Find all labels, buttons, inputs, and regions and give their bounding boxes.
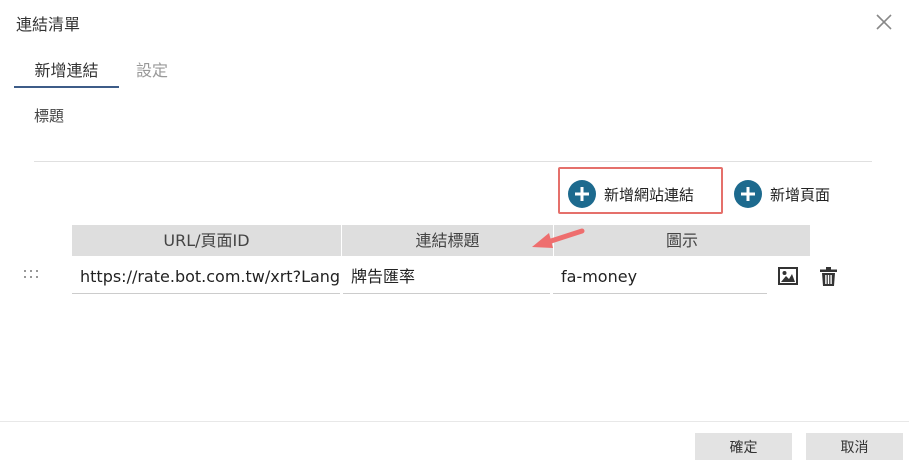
trash-icon[interactable]	[820, 267, 837, 286]
drag-handle-icon[interactable]	[24, 270, 42, 284]
divider	[34, 161, 872, 162]
cancel-button[interactable]: 取消	[806, 433, 903, 460]
add-site-link-button[interactable]: 新增網站連結	[568, 180, 694, 208]
confirm-button[interactable]: 確定	[695, 433, 792, 460]
arrow-annotation	[532, 228, 585, 248]
url-input[interactable]: https://rate.bot.com.tw/xrt?Lang=	[72, 262, 340, 294]
tab-settings[interactable]: 設定	[136, 56, 168, 88]
plus-circle-icon	[734, 180, 762, 208]
add-page-button[interactable]: 新增頁面	[734, 180, 830, 208]
add-site-link-label: 新增網站連結	[604, 185, 695, 204]
title-field-label: 標題	[34, 107, 65, 125]
tab-bar: 新增連結 設定	[14, 56, 314, 90]
footer-divider	[0, 421, 909, 422]
dialog-title: 連結清單	[16, 15, 81, 34]
plus-circle-icon	[568, 180, 596, 208]
icon-input[interactable]: fa-money	[553, 262, 767, 294]
image-icon[interactable]	[778, 267, 798, 285]
tab-add-link[interactable]: 新增連結	[14, 56, 119, 88]
add-page-label: 新增頁面	[770, 185, 831, 204]
close-icon[interactable]	[873, 11, 895, 33]
column-header-link-title: 連結標題	[342, 225, 553, 256]
column-header-icon: 圖示	[554, 225, 810, 256]
link-title-input[interactable]: 牌告匯率	[343, 262, 550, 294]
column-header-url: URL/頁面ID	[72, 225, 341, 256]
